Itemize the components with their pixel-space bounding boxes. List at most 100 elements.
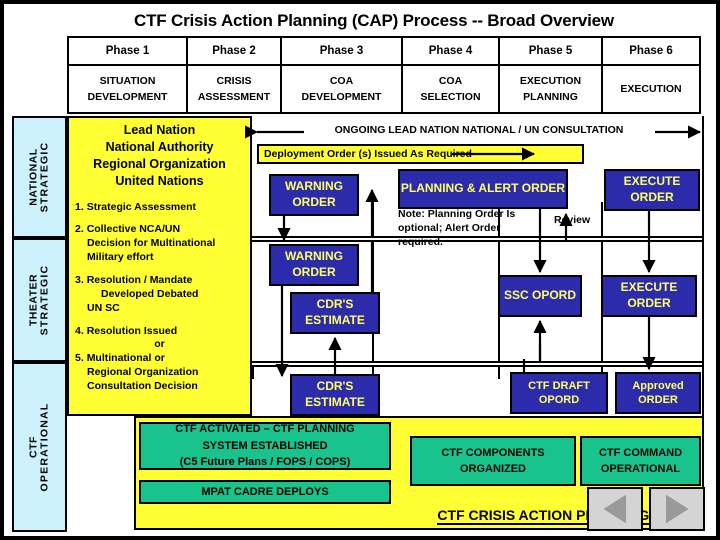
phase-desc-line2: ASSESSMENT xyxy=(197,91,271,103)
box-line-1: CTF COMPONENTS xyxy=(441,446,545,459)
item-text: Military effort xyxy=(87,251,154,264)
cdrs-estimate-box-theater[interactable]: CDR'S ESTIMATE xyxy=(290,292,380,334)
phase-description: COA SELECTION xyxy=(403,66,498,112)
item-number: 3. xyxy=(75,273,84,286)
planning-alert-order-box[interactable]: PLANNING & ALERT ORDER xyxy=(398,169,568,209)
phase-desc-line2: DEVELOPMENT xyxy=(301,91,382,103)
box-line-3: (C5 Future Plans / FOPS / COPS) xyxy=(179,456,351,469)
item-text: Strategic Assessment xyxy=(86,200,197,213)
column-line-p5-upper xyxy=(601,202,603,236)
box-label: PLANNING & ALERT ORDER xyxy=(400,181,566,196)
panel-right-edge-low xyxy=(252,365,254,379)
list-item: 3. Resolution / Mandate Developed Debate… xyxy=(75,274,244,316)
item-text: Decision for Multinational xyxy=(87,237,216,250)
lead-nation-heading: Lead Nation National Authority Regional … xyxy=(75,122,244,190)
phase-description: EXECUTION PLANNING xyxy=(500,66,601,112)
box-label: EXECUTE ORDER xyxy=(623,174,681,204)
item-number: 1. xyxy=(75,200,84,213)
list-item: 5. Multinational or Regional Organizatio… xyxy=(75,352,244,394)
phase-desc-line1: EXECUTION xyxy=(620,82,682,95)
phase-label: Phase 4 xyxy=(403,38,498,66)
item-text: Multinational or xyxy=(86,352,165,365)
box-label: WARNING ORDER xyxy=(285,249,343,279)
planning-order-note: Note: Planning Order Is optional; Alert … xyxy=(398,208,516,249)
lane-label-ctf-operational: CTF OPERATIONAL xyxy=(12,362,67,532)
item-text: Developed Debated xyxy=(101,287,199,300)
phase-label: Phase 5 xyxy=(500,38,601,66)
next-slide-button[interactable] xyxy=(649,487,705,531)
item-number: 4. xyxy=(75,324,84,337)
phase-label: Phase 3 xyxy=(282,38,401,66)
list-item: 1. Strategic Assessment xyxy=(75,201,244,215)
mpat-cadre-deploys-box[interactable]: MPAT CADRE DEPLOYS xyxy=(139,480,391,504)
lane-line2: STRATEGIC xyxy=(38,264,51,336)
phase-description: CRISIS ASSESSMENT xyxy=(188,66,280,112)
box-line-2: SYSTEM ESTABLISHED xyxy=(202,439,328,452)
box-line-1: CTF ACTIVATED – CTF PLANNING xyxy=(175,423,355,436)
heading-line-4: United Nations xyxy=(115,173,204,188)
review-label: Review xyxy=(554,214,591,226)
lane-line2: OPERATIONAL xyxy=(38,402,51,492)
column-line-p3-upper xyxy=(372,202,374,236)
triangle-left-icon xyxy=(604,495,626,523)
phase-description: EXECUTION xyxy=(603,66,699,112)
lane-label-theater-strategic: THEATER STRATEGIC xyxy=(12,238,67,362)
phase-label: Phase 1 xyxy=(69,38,186,66)
ctf-activated-box[interactable]: CTF ACTIVATED – CTF PLANNING SYSTEM ESTA… xyxy=(139,422,391,470)
item-text: or xyxy=(154,338,165,351)
phase-description: SITUATION DEVELOPMENT xyxy=(69,66,186,112)
box-line-2: ORGANIZED xyxy=(460,463,526,475)
approved-order-box[interactable]: Approved ORDER xyxy=(615,372,701,414)
phase-desc-line1: SITUATION xyxy=(99,74,156,87)
phase-desc-line1: CRISIS xyxy=(216,74,252,87)
phase-column-4: Phase 4 COA SELECTION xyxy=(403,38,500,112)
lane-line2: STRATEGIC xyxy=(38,141,51,213)
item-text: Collective NCA/UN xyxy=(86,223,181,236)
lane-divider-lower-1 xyxy=(252,361,704,363)
ctf-command-operational-box[interactable]: CTF COMMAND OPERATIONAL xyxy=(580,436,701,486)
execute-order-box-theater[interactable]: EXECUTE ORDER xyxy=(601,275,697,317)
item-text: Resolution / Mandate xyxy=(86,273,193,286)
phase-description: COA DEVELOPMENT xyxy=(282,66,401,112)
phase-column-3: Phase 3 COA DEVELOPMENT xyxy=(282,38,403,112)
heading-line-3: Regional Organization xyxy=(93,156,226,171)
deployment-order-bar: Deployment Order (s) Issued As Required xyxy=(257,144,584,164)
slide-root: CTF Crisis Action Planning (CAP) Process… xyxy=(0,0,720,540)
phase-desc-line2: DEVELOPMENT xyxy=(87,91,168,103)
prev-slide-button[interactable] xyxy=(587,487,643,531)
cdrs-estimate-box-operational[interactable]: CDR'S ESTIMATE xyxy=(290,374,380,416)
item-number: 5. xyxy=(75,352,84,365)
execute-order-box-national[interactable]: EXECUTE ORDER xyxy=(604,169,700,211)
lane-divider-lower-2 xyxy=(252,365,704,367)
phase-column-5: Phase 5 EXECUTION PLANNING xyxy=(500,38,603,112)
box-line-1: CTF COMMAND xyxy=(598,446,683,459)
phase-column-1: Phase 1 SITUATION DEVELOPMENT xyxy=(69,38,188,112)
heading-line-2: National Authority xyxy=(105,139,214,154)
item-number: 2. xyxy=(75,223,84,236)
box-label: CTF DRAFT OPORD xyxy=(528,379,590,406)
phase-desc-line2: PLANNING xyxy=(523,91,578,103)
item-text: Consultation Decision xyxy=(87,379,198,392)
box-label: SSC OPORD xyxy=(503,288,576,303)
ssc-opord-box[interactable]: SSC OPORD xyxy=(498,275,582,317)
warning-order-box-theater[interactable]: WARNING ORDER xyxy=(269,244,359,286)
column-line-p4-low xyxy=(498,365,500,379)
box-label: CDR'S ESTIMATE xyxy=(305,297,365,327)
ctf-components-organized-box[interactable]: CTF COMPONENTS ORGANIZED xyxy=(410,436,576,486)
lead-nation-panel: Lead Nation National Authority Regional … xyxy=(67,116,252,416)
list-item: 4. Resolution Issued or xyxy=(75,325,244,353)
box-label: EXECUTE ORDER xyxy=(620,280,678,310)
warning-order-box-national[interactable]: WARNING ORDER xyxy=(269,174,359,216)
ongoing-consultation-label: ONGOING LEAD NATION NATIONAL / UN CONSUL… xyxy=(334,124,624,136)
lane-label-national-strategic: NATIONAL STRATEGIC xyxy=(12,116,67,238)
ctf-draft-opord-box[interactable]: CTF DRAFT OPORD xyxy=(510,372,608,414)
item-text: Resolution Issued xyxy=(86,324,178,337)
phase-label: Phase 2 xyxy=(188,38,280,66)
right-border-line xyxy=(702,116,704,416)
list-item: 2. Collective NCA/UN Decision for Multin… xyxy=(75,223,244,265)
phase-desc-line1: EXECUTION xyxy=(519,74,582,87)
phase-desc-line1: COA xyxy=(438,74,463,87)
phase-label: Phase 6 xyxy=(603,38,699,66)
box-label: WARNING ORDER xyxy=(285,179,343,209)
triangle-right-icon xyxy=(666,495,688,523)
